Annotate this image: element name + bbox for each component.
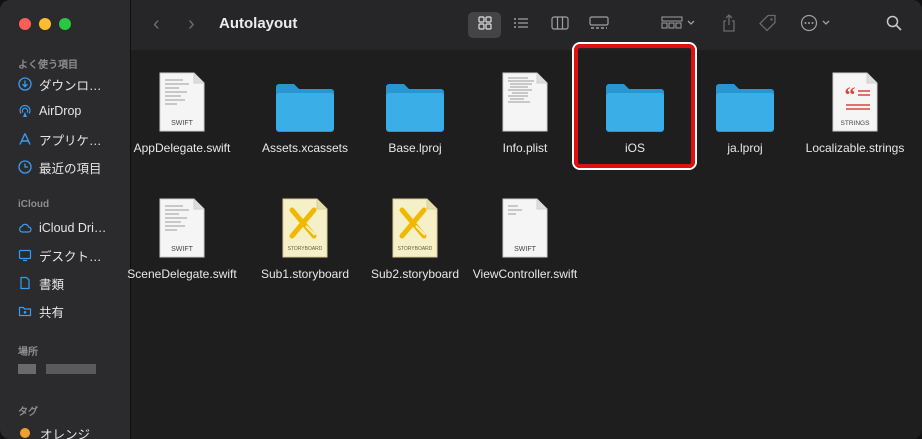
sidebar-item-label: ダウンロ… <box>39 78 102 93</box>
file-browser: SWIFT AppDelegate.swift Assets.xcassets … <box>127 50 922 439</box>
sidebar-item-label: iCloud Dri… <box>39 221 107 235</box>
download-icon <box>18 77 32 91</box>
sidebar-item-label: 書類 <box>39 277 65 292</box>
sidebar-item-downloads[interactable]: ダウンロ… <box>18 73 130 95</box>
file-name: ViewController.swift <box>472 267 578 281</box>
svg-text:STORYBOARD: STORYBOARD <box>288 246 323 252</box>
file-item[interactable]: “ STRINGS Localizable.strings <box>797 66 913 156</box>
tags-header: タグ <box>18 407 38 418</box>
swift-file-icon: SWIFT <box>124 66 240 132</box>
search-icon <box>886 15 902 36</box>
sidebar-item-label: 最近の項目 <box>39 161 102 176</box>
selection-highlight-box <box>574 44 695 168</box>
airdrop-icon <box>18 104 32 118</box>
sidebar-item-icloud-drive[interactable]: iCloud Dri… <box>18 217 130 239</box>
folder-icon <box>357 66 473 132</box>
locations-header: 場所 <box>18 347 38 358</box>
desktop-icon <box>18 248 32 262</box>
svg-text:SWIFT: SWIFT <box>514 246 536 253</box>
file-name: Base.lproj <box>388 141 442 155</box>
file-name: Localizable.strings <box>805 141 905 155</box>
file-name: Assets.xcassets <box>261 141 349 155</box>
file-name: SceneDelegate.swift <box>127 267 237 281</box>
close-button[interactable] <box>19 18 31 30</box>
sidebar-item-recents[interactable]: 最近の項目 <box>18 156 130 178</box>
svg-text:STORYBOARD: STORYBOARD <box>398 246 433 252</box>
file-item[interactable]: Info.plist <box>467 66 583 156</box>
sidebar: よく使う項目 ダウンロ… AirDrop アプリケ… 最近の項目 iCloud … <box>0 0 131 439</box>
tag-button[interactable] <box>755 12 781 38</box>
sidebar-item-label: オレンジ <box>40 427 91 439</box>
file-item[interactable]: STORYBOARD Sub1.storyboard <box>247 192 363 282</box>
file-name: Info.plist <box>502 141 548 155</box>
sidebar-item-shared[interactable]: 共有 <box>18 300 130 322</box>
folder-icon <box>687 66 803 132</box>
sidebar-item-airdrop[interactable]: AirDrop <box>18 100 130 122</box>
sidebar-item-tag-orange[interactable]: オレンジ <box>18 422 130 439</box>
sidebar-item-label: デスクト… <box>39 249 102 264</box>
minimize-button[interactable] <box>39 18 51 30</box>
share-button[interactable] <box>716 12 742 38</box>
sidebar-item-label: 共有 <box>39 305 65 320</box>
icloud-header: iCloud <box>18 199 50 210</box>
toolbar: ‹ › Autolayout <box>131 0 922 50</box>
sidebar-item-desktop[interactable]: デスクト… <box>18 244 130 266</box>
sidebar-item-label: アプリケ… <box>39 133 102 148</box>
file-name: AppDelegate.swift <box>133 141 231 155</box>
back-button[interactable]: ‹ <box>153 14 160 34</box>
location-item-obscured <box>46 364 96 374</box>
cloud-icon <box>18 221 32 235</box>
search-button[interactable] <box>881 12 907 38</box>
orange-tag-dot <box>20 428 30 438</box>
tag-icon <box>759 14 777 37</box>
document-icon <box>18 276 32 290</box>
list-icon <box>513 16 529 35</box>
favorites-header: よく使う項目 <box>18 60 78 71</box>
svg-text:SWIFT: SWIFT <box>171 120 193 127</box>
file-item[interactable]: SWIFT AppDelegate.swift <box>124 66 240 156</box>
icon-view-button[interactable] <box>468 12 501 38</box>
file-name: Sub2.storyboard <box>370 267 460 281</box>
group-icon <box>661 16 699 35</box>
shared-folder-icon <box>18 304 32 318</box>
applications-icon <box>18 132 32 146</box>
plist-file-icon <box>467 66 583 132</box>
strings-file-icon: “ STRINGS <box>797 66 913 132</box>
file-name: Sub1.storyboard <box>260 267 350 281</box>
sidebar-item-documents[interactable]: 書類 <box>18 272 130 294</box>
file-item[interactable]: Base.lproj <box>357 66 473 156</box>
columns-icon <box>551 15 569 35</box>
file-item[interactable]: SWIFT ViewController.swift <box>467 192 583 282</box>
ellipsis-circle-icon <box>800 14 834 37</box>
svg-text:STRINGS: STRINGS <box>841 120 871 127</box>
recents-icon <box>18 160 32 174</box>
location-item-obscured <box>18 364 36 374</box>
storyboard-file-icon: STORYBOARD <box>357 192 473 258</box>
file-item[interactable]: STORYBOARD Sub2.storyboard <box>357 192 473 282</box>
file-item[interactable]: ja.lproj <box>687 66 803 156</box>
gallery-view-button[interactable] <box>584 12 614 38</box>
file-name: ja.lproj <box>727 141 763 155</box>
file-item[interactable]: Assets.xcassets <box>247 66 363 156</box>
swift-file-icon: SWIFT <box>467 192 583 258</box>
group-by-button[interactable] <box>658 12 702 38</box>
sidebar-item-applications[interactable]: アプリケ… <box>18 128 130 150</box>
share-icon <box>722 13 736 37</box>
swift-file-icon: SWIFT <box>124 192 240 258</box>
folder-icon <box>247 66 363 132</box>
grid-icon <box>477 15 492 35</box>
finder-window: よく使う項目 ダウンロ… AirDrop アプリケ… 最近の項目 iCloud … <box>0 0 922 439</box>
maximize-button[interactable] <box>59 18 71 30</box>
sidebar-item-label: AirDrop <box>39 104 82 118</box>
window-title: Autolayout <box>219 15 298 32</box>
svg-text:“: “ <box>845 82 856 107</box>
forward-button[interactable]: › <box>188 14 195 34</box>
action-menu-button[interactable] <box>797 12 837 38</box>
gallery-icon <box>589 15 609 35</box>
list-view-button[interactable] <box>506 12 536 38</box>
column-view-button[interactable] <box>545 12 575 38</box>
storyboard-file-icon: STORYBOARD <box>247 192 363 258</box>
svg-text:SWIFT: SWIFT <box>171 246 193 253</box>
file-item[interactable]: SWIFT SceneDelegate.swift <box>124 192 240 282</box>
